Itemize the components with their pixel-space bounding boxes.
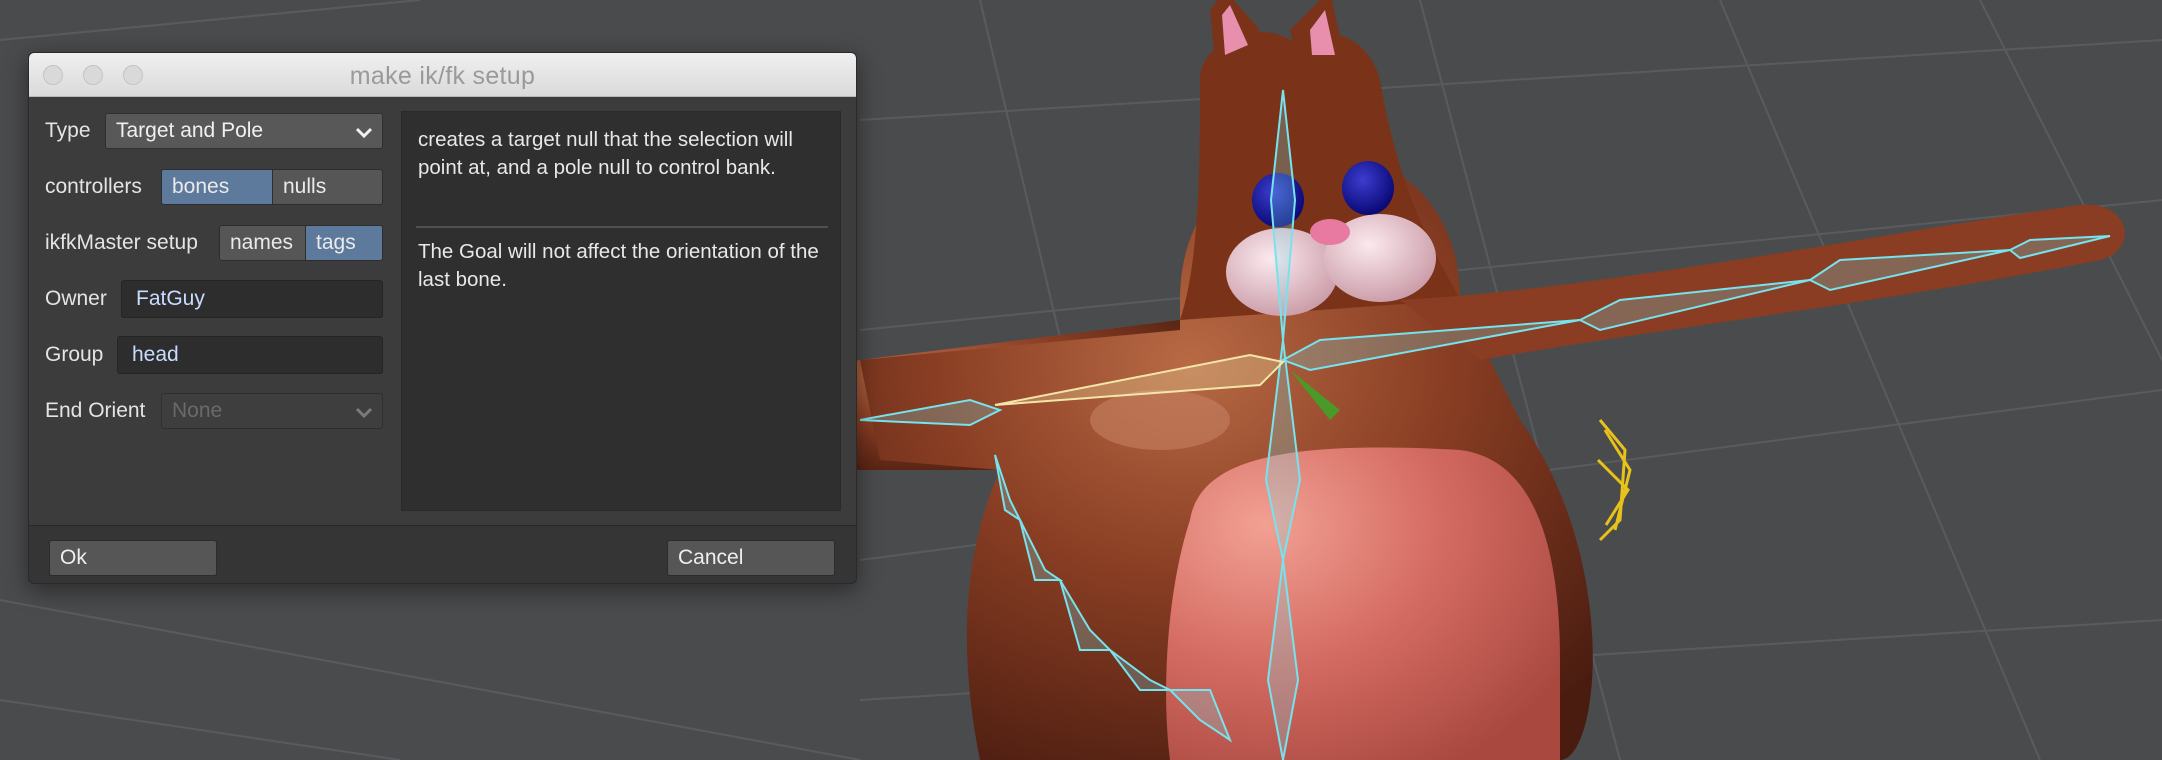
controllers-bones-option[interactable]: bones <box>162 170 272 204</box>
description-divider <box>416 226 828 228</box>
ikfk-setup-dialog: make ik/fk setup Type Target and Pole co… <box>28 52 857 584</box>
controllers-segmented-control: bones nulls <box>161 169 383 205</box>
type-select-value: Target and Pole <box>116 119 264 142</box>
chevron-down-icon <box>355 127 373 139</box>
end-orient-select: None <box>161 393 383 429</box>
group-label: Group <box>45 343 104 366</box>
controllers-label: controllers <box>45 175 142 198</box>
chevron-down-icon <box>355 407 373 419</box>
ok-button[interactable]: Ok <box>49 540 217 576</box>
description-text-secondary: The Goal will not affect the orientation… <box>418 240 819 291</box>
type-select[interactable]: Target and Pole <box>105 113 383 149</box>
owner-label: Owner <box>45 287 107 310</box>
type-label: Type <box>45 119 91 142</box>
end-orient-label: End Orient <box>45 399 146 422</box>
dialog-title: make ik/fk setup <box>349 62 536 90</box>
title-bar[interactable]: make ik/fk setup <box>29 53 856 97</box>
controllers-nulls-option[interactable]: nulls <box>272 170 382 204</box>
owner-field[interactable]: FatGuy <box>121 280 383 318</box>
cancel-button[interactable]: Cancel <box>667 540 835 576</box>
ikfk-master-setup-label: ikfkMaster setup <box>45 231 198 254</box>
character <box>700 0 2125 760</box>
description-panel: creates a target null that the selection… <box>401 111 841 511</box>
ikfk-master-segmented-control: names tags <box>219 225 383 261</box>
dialog-footer: Ok Cancel <box>29 525 856 583</box>
ikfk-master-names-option[interactable]: names <box>220 226 305 260</box>
ikfk-master-tags-option[interactable]: tags <box>305 226 382 260</box>
end-orient-select-value: None <box>172 399 223 422</box>
yellow-deformer <box>1596 419 1632 542</box>
description-text-primary: creates a target null that the selection… <box>418 128 793 179</box>
group-field[interactable]: head <box>117 336 383 374</box>
